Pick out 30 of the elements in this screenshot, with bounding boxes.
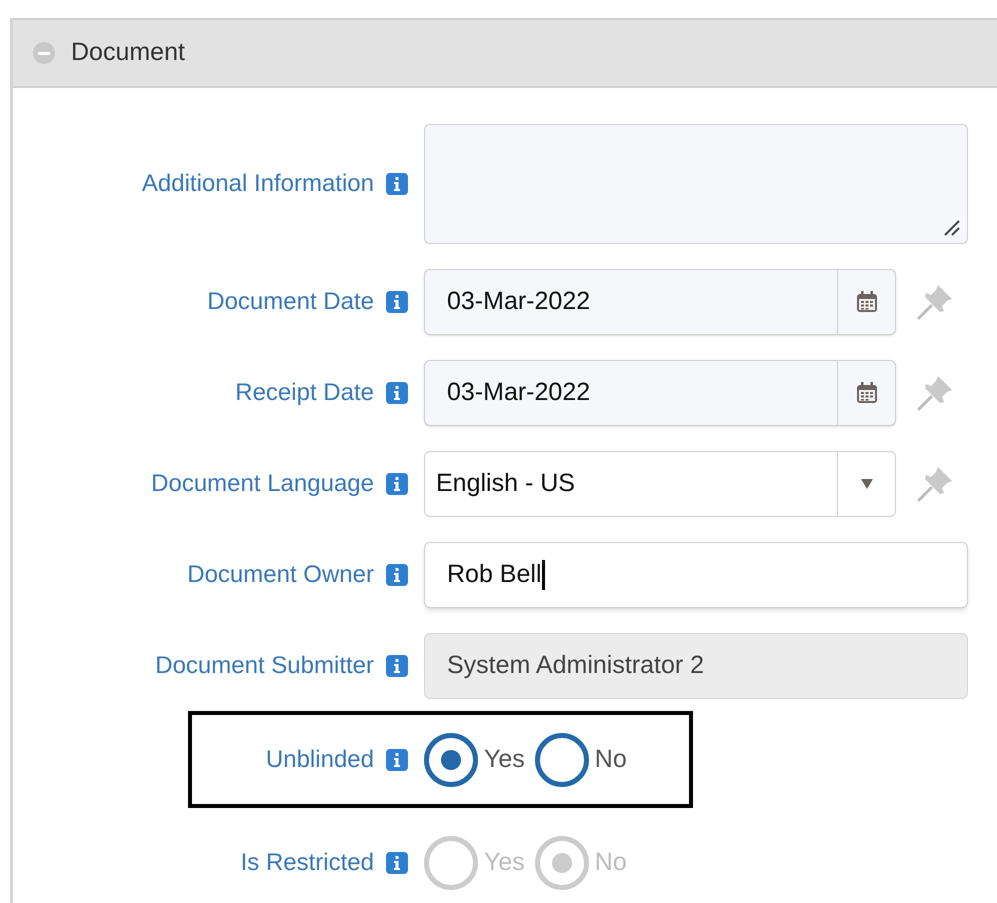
info-icon[interactable] xyxy=(386,654,408,676)
section-title: Document xyxy=(71,37,185,68)
date-field[interactable]: 03-Mar-2022 xyxy=(424,268,896,334)
caret-icon[interactable] xyxy=(860,478,874,490)
field-label: Document Date xyxy=(207,286,374,316)
read-only-field: System Administrator 2 xyxy=(424,632,968,698)
field-label: Unblinded xyxy=(266,744,374,774)
option-label: Yes xyxy=(484,744,525,775)
language-dropdown[interactable]: English - US xyxy=(424,450,896,516)
info-icon[interactable] xyxy=(386,472,408,494)
field-label: Additional Information xyxy=(142,169,374,199)
calendar-icon[interactable] xyxy=(854,290,878,314)
info-icon[interactable] xyxy=(386,173,408,195)
field-label: Document Language xyxy=(151,468,374,498)
info-icon[interactable] xyxy=(386,382,408,404)
info-icon[interactable] xyxy=(386,748,408,770)
option-label: No xyxy=(594,846,627,878)
input-field[interactable]: Rob Bell xyxy=(424,542,968,608)
field-label: Document Submitter xyxy=(155,650,374,680)
option-label: No xyxy=(594,744,627,775)
radio-button[interactable] xyxy=(424,732,478,786)
calendar-icon[interactable] xyxy=(854,380,878,404)
info-icon[interactable] xyxy=(386,564,408,586)
option-label: Yes xyxy=(484,846,525,878)
date-field[interactable]: 03-Mar-2022 xyxy=(424,360,896,426)
info-icon[interactable] xyxy=(386,290,408,312)
info-icon[interactable] xyxy=(386,852,408,874)
field-label: Document Owner xyxy=(187,560,374,590)
field-label: Is Restricted xyxy=(240,848,374,878)
field-label: Receipt Date xyxy=(235,378,374,408)
